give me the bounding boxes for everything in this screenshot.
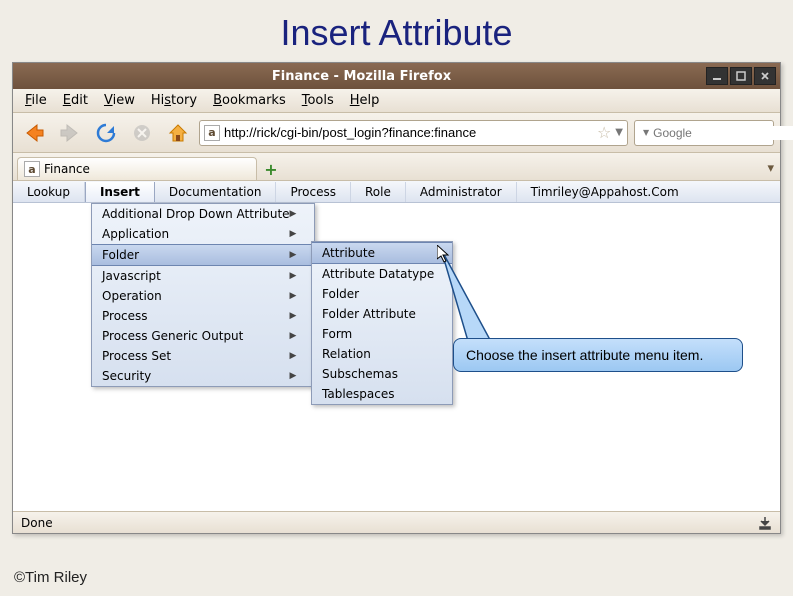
new-tab-button[interactable]: + [261,160,281,178]
close-button[interactable] [754,67,776,85]
submenu-attribute[interactable]: Attribute [312,242,452,264]
menu-history[interactable]: History [143,91,205,110]
search-bar[interactable]: ▼ [634,120,774,146]
submenu-attribute-datatype[interactable]: Attribute Datatype [312,264,452,284]
content-area: Additional Drop Down Attribute▶ Applicat… [13,203,780,511]
menu-bookmarks[interactable]: Bookmarks [205,91,294,110]
nav-administrator[interactable]: Administrator [406,182,517,202]
status-text: Done [21,516,53,530]
forward-button[interactable] [55,118,85,148]
menu-operation[interactable]: Operation▶ [92,286,314,306]
submenu-folder[interactable]: Folder [312,284,452,304]
menu-application[interactable]: Application▶ [92,224,314,244]
reload-button[interactable] [91,118,121,148]
tab-favicon: a [24,161,40,177]
maximize-button[interactable] [730,67,752,85]
submenu-form[interactable]: Form [312,324,452,344]
home-button[interactable] [163,118,193,148]
download-icon[interactable] [758,516,772,530]
chevron-right-icon: ▶ [290,351,297,361]
back-button[interactable] [19,118,49,148]
status-bar: Done [13,511,780,533]
menu-security[interactable]: Security▶ [92,366,314,386]
nav-documentation[interactable]: Documentation [155,182,277,202]
menu-view[interactable]: View [96,91,143,110]
insert-dropdown: Additional Drop Down Attribute▶ Applicat… [91,203,315,387]
window-title: Finance - Mozilla Firefox [17,69,706,84]
menu-process-generic-output[interactable]: Process Generic Output▶ [92,326,314,346]
menu-process[interactable]: Process▶ [92,306,314,326]
url-bar[interactable]: a ☆ ▼ [199,120,628,146]
nav-user[interactable]: Timriley@Appahost.Com [519,182,691,202]
tab-label: Finance [44,162,90,176]
copyright: ©Tim Riley [14,569,87,586]
app-nav: Lookup Insert Documentation Process Role… [13,181,780,203]
menu-additional-drop-down-attribute[interactable]: Additional Drop Down Attribute▶ [92,204,314,224]
url-dropdown-icon[interactable]: ▼ [615,127,623,138]
tab-bar: a Finance + ▾ [13,153,780,181]
chevron-right-icon: ▶ [290,291,297,301]
menu-help[interactable]: Help [342,91,388,110]
tab-finance[interactable]: a Finance [17,157,257,180]
site-favicon: a [204,125,220,141]
search-dropdown-icon[interactable]: ▼ [643,128,649,137]
chevron-right-icon: ▶ [290,271,297,281]
submenu-folder-attribute[interactable]: Folder Attribute [312,304,452,324]
nav-lookup[interactable]: Lookup [13,182,85,202]
tab-list-button[interactable]: ▾ [767,161,774,176]
submenu-relation[interactable]: Relation [312,344,452,364]
browser-menubar: File Edit View History Bookmarks Tools H… [13,89,780,113]
chevron-right-icon: ▶ [290,371,297,381]
slide-title: Insert Attribute [0,0,793,58]
chevron-right-icon: ▶ [290,311,297,321]
folder-submenu: Attribute Attribute Datatype Folder Fold… [311,241,453,405]
chevron-right-icon: ▶ [290,209,297,219]
browser-window: Finance - Mozilla Firefox File Edit View… [12,62,781,534]
nav-insert[interactable]: Insert [85,182,155,202]
callout-text: Choose the insert attribute menu item. [466,347,703,363]
menu-javascript[interactable]: Javascript▶ [92,266,314,286]
submenu-tablespaces[interactable]: Tablespaces [312,384,452,404]
browser-toolbar: a ☆ ▼ ▼ [13,113,780,153]
stop-button[interactable] [127,118,157,148]
chevron-right-icon: ▶ [290,250,297,260]
instruction-callout: Choose the insert attribute menu item. [453,338,743,372]
chevron-right-icon: ▶ [290,331,297,341]
nav-role[interactable]: Role [351,182,406,202]
search-input[interactable] [653,126,793,140]
bookmark-star-icon[interactable]: ☆ [597,123,611,142]
nav-process[interactable]: Process [276,182,351,202]
url-input[interactable] [224,125,593,140]
menu-folder[interactable]: Folder▶ [92,244,314,266]
menu-edit[interactable]: Edit [55,91,96,110]
menu-tools[interactable]: Tools [294,91,342,110]
window-titlebar: Finance - Mozilla Firefox [13,63,780,89]
menu-process-set[interactable]: Process Set▶ [92,346,314,366]
submenu-subschemas[interactable]: Subschemas [312,364,452,384]
menu-file[interactable]: File [17,91,55,110]
window-controls [706,67,776,85]
chevron-right-icon: ▶ [290,229,297,239]
minimize-button[interactable] [706,67,728,85]
